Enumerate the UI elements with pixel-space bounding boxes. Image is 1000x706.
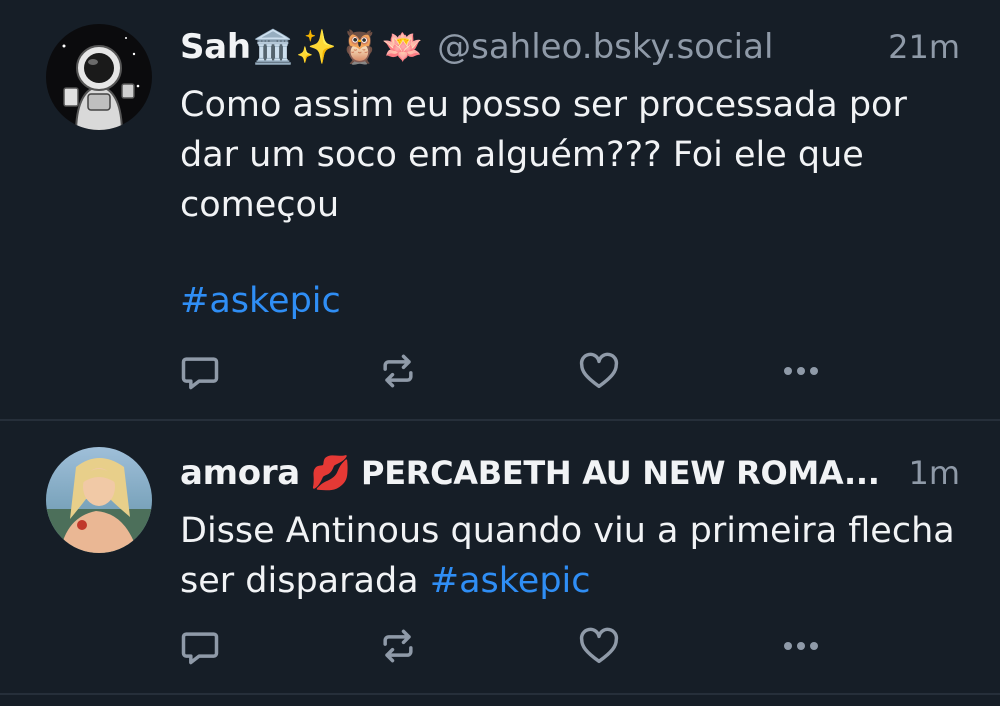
more-options-button[interactable] [776,346,826,396]
display-name-continuation[interactable]: PERCABETH AU NEW ROMA... [361,454,890,492]
reply-icon [181,357,219,390]
display-name[interactable]: amora [180,453,300,493]
lotus-emoji: 🪷 [382,27,424,66]
more-options-button[interactable] [776,621,826,671]
post-timestamp[interactable]: 21m [870,28,960,66]
display-name[interactable]: Sah [180,27,251,67]
owl-emoji: 🦉 [338,27,381,66]
user-handle[interactable]: @sahleo.bsky.social [437,27,773,67]
reply-icon [181,632,219,665]
hashtag-link[interactable]: #askepic [430,561,591,601]
post[interactable]: amora 💋 PERCABETH AU NEW ROMA... 1m Diss… [0,421,1000,696]
post-header: Sah 🏛️ ✨ 🦉 🪷 @sahleo.bsky.social 21m [180,22,960,72]
profile-photo-image [46,447,152,553]
like-button[interactable] [574,346,624,396]
avatar[interactable] [46,24,152,130]
post-divider [0,693,1000,695]
post-text: Disse Antinous quando viu a primeira fle… [180,506,964,606]
heart-icon [579,627,619,664]
repost-button[interactable] [373,346,423,396]
repost-button[interactable] [373,621,423,671]
reply-button[interactable] [175,346,225,396]
post-actions [0,621,1000,671]
more-options-icon [784,367,818,375]
post[interactable]: Sah 🏛️ ✨ 🦉 🪷 @sahleo.bsky.social 21m Com… [0,0,1000,420]
avatar[interactable] [46,447,152,553]
classical-building-emoji: 🏛️ [252,27,294,66]
post-text: Como assim eu posso ser processada por d… [180,85,907,225]
astronaut-avatar-image [46,24,152,130]
repost-icon [383,629,413,663]
like-button[interactable] [574,621,624,671]
feed: Sah 🏛️ ✨ 🦉 🪷 @sahleo.bsky.social 21m Com… [0,0,1000,706]
sparkles-emoji: ✨ [295,27,337,66]
hashtag-link[interactable]: #askepic [180,276,341,326]
post-header: amora 💋 PERCABETH AU NEW ROMA... 1m [180,448,960,498]
reply-button[interactable] [175,621,225,671]
kiss-mark-emoji: 💋 [309,453,352,492]
post-actions [0,346,1000,396]
repost-icon [383,354,413,388]
heart-icon [579,352,619,389]
post-timestamp[interactable]: 1m [890,454,960,492]
more-options-icon [784,642,818,650]
